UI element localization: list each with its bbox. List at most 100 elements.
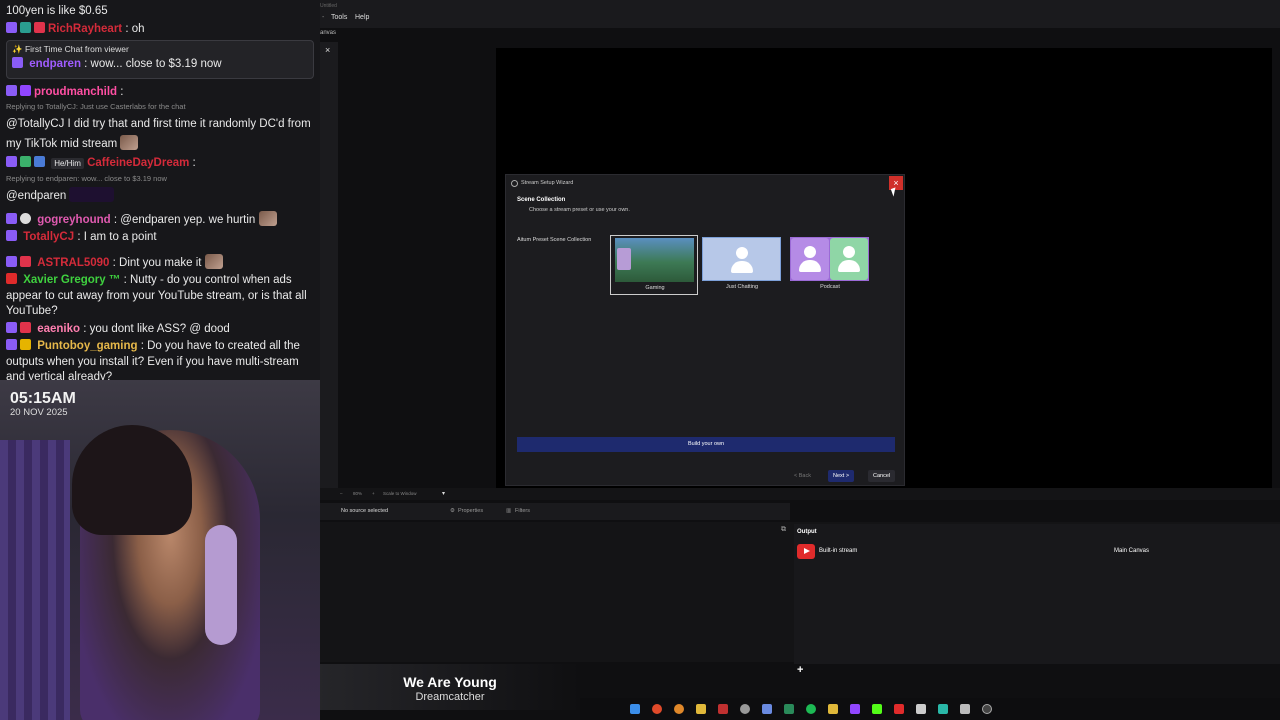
youtube-icon[interactable] (894, 704, 904, 714)
dock-icon[interactable]: ⧉ (781, 526, 786, 534)
gear-icon: ⚙ (450, 508, 455, 514)
preset-gaming[interactable]: Gaming (610, 235, 698, 295)
next-button[interactable]: Next > (828, 470, 855, 482)
filters-button[interactable]: Filters (515, 508, 530, 514)
notes-icon[interactable] (828, 704, 838, 714)
chat-username[interactable]: eaeniko (37, 323, 80, 335)
app-titlebar: Untitled ‑ Tools Help (320, 0, 1280, 28)
tab-canvas[interactable]: anvas (320, 30, 336, 36)
menu-help[interactable]: Help (355, 14, 369, 21)
chat-username[interactable]: CaffeineDayDream (87, 157, 189, 169)
app-icon[interactable] (916, 704, 926, 714)
folder-icon[interactable] (696, 704, 706, 714)
build-your-own-button[interactable]: Build your own (517, 437, 895, 452)
emote-icon (204, 253, 223, 269)
chat-username[interactable]: RichRayheart (48, 23, 122, 35)
close-icon[interactable]: × (325, 45, 330, 55)
source-toolbar: No source selected ⚙ Properties ▥ Filter… (320, 503, 790, 520)
chat-message: @TotallyCJ I did try that and first time… (6, 114, 314, 154)
preset-just-chatting[interactable]: Just Chatting (698, 235, 786, 295)
no-source-label: No source selected (341, 508, 389, 514)
youtube-icon (6, 273, 17, 284)
preset-name: Gaming (645, 285, 665, 291)
emote-icon (69, 186, 115, 202)
app-icon[interactable] (762, 704, 772, 714)
clock-time: 05:15AM (10, 390, 76, 407)
first-time-chat-header: ✨ First Time Chat from viewer (12, 44, 129, 54)
chat-text: : you dont like ASS? @ dood (83, 322, 230, 335)
pronoun-tag: He/Him (51, 158, 84, 169)
chat-separator: : (192, 157, 196, 169)
chat-message: proudmanchild : (6, 84, 314, 101)
add-output-button[interactable]: + (797, 664, 803, 676)
app-icon[interactable] (960, 704, 970, 714)
preset-label: Aitum Preset Scene Collection (517, 237, 592, 243)
wizard-subtitle: Choose a stream preset or use your own. (529, 207, 630, 213)
kick-icon[interactable] (872, 704, 882, 714)
heart-icon (34, 21, 45, 33)
app-icon[interactable] (718, 704, 728, 714)
chat-username[interactable]: proudmanchild (34, 86, 117, 98)
chat-username[interactable]: gogreyhound (37, 214, 110, 226)
badge-icon (6, 156, 17, 167)
minus-icon[interactable]: – (340, 491, 343, 496)
avatar (830, 238, 868, 280)
windows-start-icon[interactable] (630, 704, 640, 714)
spotify-icon[interactable] (806, 704, 816, 714)
chat-text: : oh (125, 22, 145, 35)
plus-icon[interactable]: + (372, 491, 375, 496)
chat-text: @TotallyCJ I did try that and first time… (6, 118, 311, 150)
chat-message: ASTRAL5090 : Dint you make it (6, 253, 314, 272)
back-button[interactable]: < Back (789, 470, 816, 482)
preview-status-row: – 80% + Scale to Window ▾ (320, 488, 1280, 500)
app-icon[interactable] (784, 704, 794, 714)
chat-text: : wow... close to $3.19 now (84, 58, 222, 70)
app-icon[interactable] (938, 704, 948, 714)
chevron-down-icon[interactable]: ▾ (442, 490, 445, 497)
chat-message: endparen : wow... close to $3.19 now (12, 57, 308, 73)
output-item-name[interactable]: Built-in stream (819, 548, 857, 554)
wizard-title: Stream Setup Wizard (521, 180, 574, 186)
left-dock (320, 42, 338, 492)
scale-mode[interactable]: Scale to Window (383, 491, 417, 496)
chrome-icon[interactable] (652, 704, 662, 714)
badge-icon (6, 255, 17, 267)
chat-username[interactable]: Xavier Gregory ™ (23, 274, 120, 286)
avatar (723, 239, 761, 281)
streamer-hair (72, 425, 192, 535)
stream-setup-wizard: Stream Setup Wizard × Scene Collection C… (505, 174, 905, 486)
chat-username[interactable]: Puntoboy_gaming (37, 340, 137, 352)
preset-podcast[interactable]: Podcast (786, 235, 874, 295)
webcam-feed: 05:15AM 20 NOV 2025 (0, 380, 320, 720)
output-canvas: Main Canvas (1114, 548, 1150, 554)
properties-button[interactable]: Properties (458, 508, 483, 514)
wizard-heading: Scene Collection (517, 197, 566, 203)
obs-icon[interactable] (982, 704, 992, 714)
youtube-icon (797, 544, 815, 559)
chat-text: @endparen (6, 189, 67, 202)
shield-icon (20, 21, 31, 33)
cancel-button[interactable]: Cancel (868, 470, 896, 482)
preset-name: Just Chatting (725, 284, 759, 290)
chat-message: @endparen (6, 186, 314, 206)
badge-icon (6, 84, 17, 96)
menu-tools[interactable]: Tools (331, 14, 347, 21)
chat-username[interactable]: ASTRAL5090 (37, 257, 109, 269)
chat-username[interactable]: endparen (29, 58, 81, 70)
gaming-thumbnail (615, 238, 694, 282)
preset-name: Podcast (820, 284, 840, 290)
sword-icon (20, 339, 31, 350)
check-icon (20, 156, 31, 167)
chat-text: 100yen is like $0.65 (6, 5, 108, 17)
menu-edge: ‑ (322, 14, 325, 21)
chat-username[interactable]: TotallyCJ (23, 231, 74, 243)
user-icon (790, 237, 869, 281)
firefox-icon[interactable] (674, 704, 684, 714)
chat-panel: 100yen is like $0.65 RichRayheart : oh ✨… (0, 0, 320, 380)
gear-icon (511, 180, 518, 187)
reply-context: Replying to TotallyCJ: Just use Casterla… (6, 102, 186, 111)
chat-message: TotallyCJ : I am to a point (6, 230, 314, 246)
badge-icon (6, 230, 17, 241)
obs-icon[interactable] (740, 704, 750, 714)
twitch-icon[interactable] (850, 704, 860, 714)
